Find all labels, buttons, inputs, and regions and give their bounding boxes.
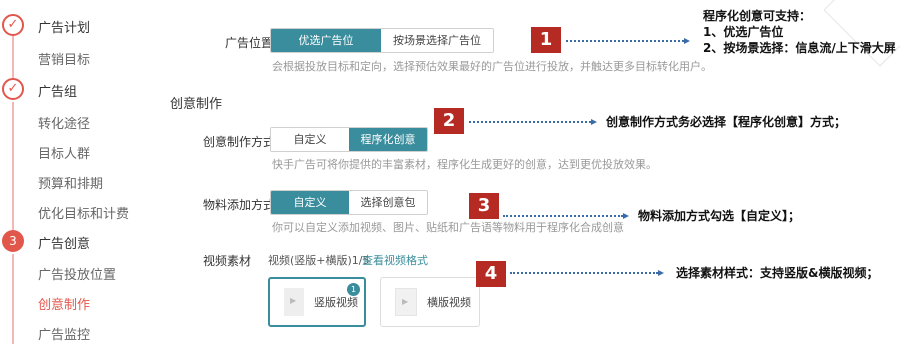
annotation-1-line-2: 1、优选广告位 (703, 25, 784, 39)
option-custom-creative[interactable]: 自定义 (271, 128, 349, 151)
view-video-format-link[interactable]: 查看视频格式 (362, 252, 428, 268)
annotation-connector (503, 215, 623, 217)
selected-count-badge: 1 (347, 283, 360, 296)
video-count: 视频(竖版+横版)1/5 (268, 254, 370, 267)
video-material-label: 视频素材 (203, 254, 252, 268)
landscape-video-card[interactable]: 横版视频 (380, 277, 480, 327)
portrait-video-thumb-icon (284, 288, 304, 316)
step-complete-check-icon: ✓ (2, 78, 24, 100)
placement-hint: 会根据投放目标和定向，选择预估效果最好的广告位进行投放，并触达更多目标转化用户。 (272, 60, 712, 73)
arrow-right-icon (591, 119, 597, 125)
arrow-right-icon (658, 270, 664, 276)
step-number-badge: 3 (2, 230, 24, 252)
sidebar-item-ad-monitor[interactable]: 广告监控 (38, 324, 90, 343)
arrow-right-icon (623, 213, 629, 219)
annotation-connector (566, 40, 684, 42)
creative-method-toggle: 自定义 程序化创意 (270, 127, 428, 152)
sidebar-item-target-audience[interactable]: 目标人群 (38, 143, 90, 162)
material-method-hint: 你可以自定义添加视频、图片、贴纸和广告语等物料用于程序化合成创意 (272, 221, 624, 234)
sidebar-item-ad-plan[interactable]: 广告计划 (38, 17, 90, 36)
placement-toggle: 优选广告位 按场景选择广告位 (270, 28, 494, 53)
arrow-right-icon (684, 38, 690, 44)
annotation-number-1: 1 (531, 27, 561, 53)
section-title: 创意制作 (170, 97, 223, 112)
option-creative-pack[interactable]: 选择创意包 (349, 191, 427, 214)
material-method-toggle: 自定义 选择创意包 (270, 190, 428, 215)
annotation-number-2: 2 (434, 108, 464, 134)
annotation-connector (469, 121, 591, 123)
creative-method-hint: 快手广告可将你提供的丰富素材，程序化生成更好的创意，达到更优投放效果。 (272, 158, 657, 171)
annotation-4-text: 选择素材样式：支持竖版&横版视频； (676, 266, 879, 280)
annotation-connector (510, 272, 658, 274)
option-scene-placement[interactable]: 按场景选择广告位 (381, 29, 493, 52)
sidebar-item-conversion-path[interactable]: 转化途径 (38, 113, 90, 132)
sidebar-item-marketing-goal[interactable]: 营销目标 (38, 49, 90, 68)
option-preferred-placement[interactable]: 优选广告位 (271, 29, 381, 52)
sidebar-item-budget-schedule[interactable]: 预算和排期 (38, 173, 103, 192)
annotation-1-line-3: 2、按场景选择：信息流/上下滑大屏 (703, 41, 896, 55)
annotation-number-3: 3 (469, 193, 499, 219)
sidebar-item-creative-making[interactable]: 创意制作 (38, 294, 90, 313)
sidebar-item-ad-creative[interactable]: 广告创意 (38, 233, 90, 252)
annotation-number-4: 4 (476, 261, 506, 287)
sidebar-item-ad-group[interactable]: 广告组 (38, 81, 77, 100)
step-complete-check-icon: ✓ (2, 14, 24, 36)
portrait-video-card[interactable]: 竖版视频 1 (268, 277, 366, 327)
option-programmatic-creative[interactable]: 程序化创意 (349, 128, 427, 151)
sidebar-item-ad-placement[interactable]: 广告投放位置 (38, 264, 116, 283)
annotation-3-text: 物料添加方式勾选【自定义】； (638, 209, 801, 223)
option-custom-material[interactable]: 自定义 (271, 191, 349, 214)
material-method-label: 物料添加方式 (203, 198, 276, 212)
annotation-1-line-1: 程序化创意可支持： (703, 9, 812, 23)
annotation-2-text: 创意制作方式务必选择【程序化创意】方式； (606, 115, 847, 129)
sidebar-item-optimization-billing[interactable]: 优化目标和计费 (38, 203, 129, 222)
creative-method-label: 创意制作方式 (203, 135, 276, 149)
landscape-video-thumb-icon (395, 288, 417, 316)
placement-label: 广告位置 (225, 36, 274, 50)
corner-decoration (823, 0, 900, 67)
